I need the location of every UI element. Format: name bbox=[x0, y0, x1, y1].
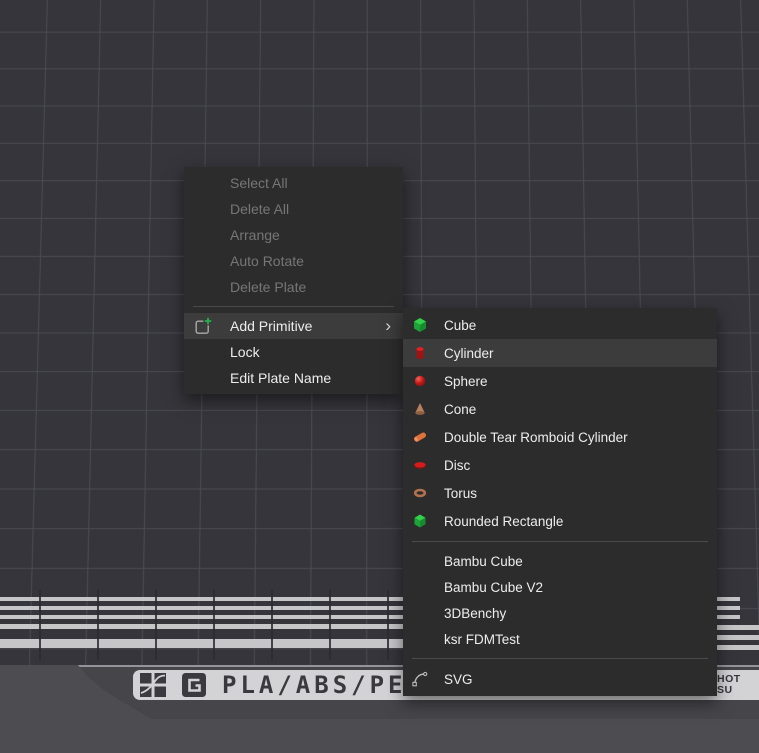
submenu-item-torus[interactable]: Torus bbox=[403, 479, 717, 507]
submenu-item-label: Rounded Rectangle bbox=[444, 514, 563, 529]
submenu-item-label: Cone bbox=[444, 402, 476, 417]
menu-item-delete-all[interactable]: Delete All bbox=[184, 196, 403, 222]
menu-separator bbox=[412, 541, 708, 542]
submenu-item-label: Cylinder bbox=[444, 346, 494, 361]
disc-icon bbox=[412, 457, 428, 473]
submenu-item-label: ksr FDMTest bbox=[444, 632, 520, 647]
menu-item-lock[interactable]: Lock bbox=[184, 339, 403, 365]
menu-separator bbox=[412, 658, 708, 659]
menu-item-label: Lock bbox=[230, 344, 260, 360]
menu-item-add-primitive[interactable]: Add Primitive › bbox=[184, 313, 403, 339]
submenu-item-label: Cube bbox=[444, 318, 476, 333]
submenu-item-disc[interactable]: Disc bbox=[403, 451, 717, 479]
submenu-item-double-tear-romboid-cylinder[interactable]: Double Tear Romboid Cylinder bbox=[403, 423, 717, 451]
cube-icon bbox=[412, 317, 428, 333]
menu-item-auto-rotate[interactable]: Auto Rotate bbox=[184, 248, 403, 274]
sphere-icon bbox=[412, 373, 428, 389]
menu-item-select-all[interactable]: Select All bbox=[184, 170, 403, 196]
submenu-item-label: Double Tear Romboid Cylinder bbox=[444, 430, 628, 445]
submenu-item-label: SVG bbox=[444, 672, 473, 687]
submenu-item-bambu-cube[interactable]: Bambu Cube bbox=[403, 548, 717, 574]
submenu-arrow-icon: › bbox=[385, 317, 391, 334]
submenu-item-sphere[interactable]: Sphere bbox=[403, 367, 717, 395]
submenu-item-rounded-rectangle[interactable]: Rounded Rectangle bbox=[403, 507, 717, 535]
menu-item-label: Auto Rotate bbox=[230, 253, 304, 269]
context-menu: Select All Delete All Arrange Auto Rotat… bbox=[184, 167, 403, 394]
menu-item-label: Edit Plate Name bbox=[230, 370, 331, 386]
cone-icon bbox=[412, 401, 428, 417]
submenu-item-label: Disc bbox=[444, 458, 470, 473]
bambu-logo-icon bbox=[140, 673, 166, 697]
submenu-item-3dbenchy[interactable]: 3DBenchy bbox=[403, 600, 717, 626]
viewport[interactable]: PLA/ABS/PETG HOT SU Select All Delete Al… bbox=[0, 0, 759, 753]
menu-item-label: Add Primitive bbox=[230, 318, 312, 334]
submenu-item-cone[interactable]: Cone bbox=[403, 395, 717, 423]
svg-curve-icon bbox=[412, 671, 428, 687]
warning-line-2: SU bbox=[717, 685, 741, 696]
submenu-item-ksr-fdmtest[interactable]: ksr FDMTest bbox=[403, 626, 717, 652]
cylinder-icon bbox=[412, 345, 428, 361]
menu-separator bbox=[193, 306, 394, 307]
submenu-item-label: 3DBenchy bbox=[444, 606, 506, 621]
submenu-item-label: Bambu Cube V2 bbox=[444, 580, 543, 595]
submenu-item-cylinder[interactable]: Cylinder bbox=[403, 339, 717, 367]
submenu-item-label: Bambu Cube bbox=[444, 554, 523, 569]
submenu-item-bambu-cube-v2[interactable]: Bambu Cube V2 bbox=[403, 574, 717, 600]
menu-item-label: Delete All bbox=[230, 201, 289, 217]
double-tear-romboid-cylinder-icon bbox=[412, 429, 428, 445]
menu-item-delete-plate[interactable]: Delete Plate bbox=[184, 274, 403, 300]
submenu-item-label: Torus bbox=[444, 486, 477, 501]
add-primitive-submenu: Cube Cylinder Sphere Cone bbox=[403, 308, 717, 696]
add-primitive-icon bbox=[195, 317, 213, 335]
hot-surface-warning-text: HOT SU bbox=[717, 674, 741, 696]
menu-item-edit-plate-name[interactable]: Edit Plate Name bbox=[184, 365, 403, 391]
menu-item-label: Delete Plate bbox=[230, 279, 306, 295]
submenu-item-cube[interactable]: Cube bbox=[403, 311, 717, 339]
torus-icon bbox=[412, 485, 428, 501]
rounded-rectangle-icon bbox=[412, 513, 428, 529]
submenu-item-svg[interactable]: SVG bbox=[403, 665, 717, 693]
submenu-item-label: Sphere bbox=[444, 374, 488, 389]
menu-item-label: Select All bbox=[230, 175, 288, 191]
menu-item-label: Arrange bbox=[230, 227, 280, 243]
bambu-mark-icon bbox=[182, 673, 206, 697]
menu-item-arrange[interactable]: Arrange bbox=[184, 222, 403, 248]
